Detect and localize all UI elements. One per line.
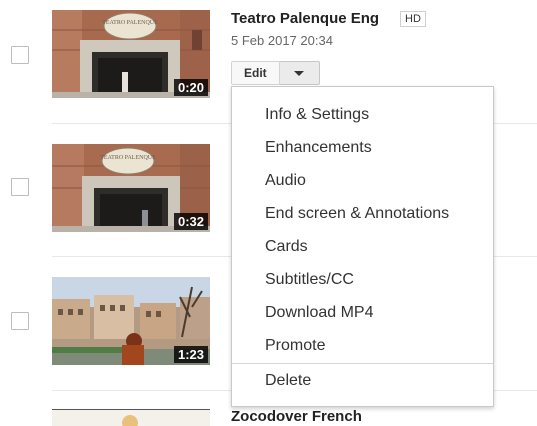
caret-down-icon xyxy=(294,70,305,76)
menu-item-end-screen-annotations[interactable]: End screen & Annotations xyxy=(265,204,449,224)
video-3-checkbox[interactable] xyxy=(11,312,29,330)
video-4-image xyxy=(52,409,210,426)
video-1-date: 5 Feb 2017 20:34 xyxy=(231,33,333,48)
menu-item-delete[interactable]: Delete xyxy=(265,371,311,391)
edit-button-group: Edit xyxy=(231,61,320,85)
video-1-duration: 0:20 xyxy=(173,79,208,96)
menu-item-download-mp4[interactable]: Download MP4 xyxy=(265,303,374,323)
edit-dropdown-toggle[interactable] xyxy=(279,61,320,85)
video-1-checkbox[interactable] xyxy=(11,46,29,64)
video-4-title[interactable]: Zocodover French xyxy=(231,408,362,425)
video-2-duration: 0:32 xyxy=(173,213,208,230)
menu-divider xyxy=(232,363,493,364)
hd-badge: HD xyxy=(400,11,426,27)
video-2-checkbox[interactable] xyxy=(11,178,29,196)
menu-item-subtitles-cc[interactable]: Subtitles/CC xyxy=(265,270,354,290)
menu-item-promote[interactable]: Promote xyxy=(265,336,325,356)
theatre-sign-text: TEATRO PALENQUE xyxy=(100,155,156,161)
video-1-title[interactable]: Teatro Palenque Eng xyxy=(231,10,379,27)
menu-item-cards[interactable]: Cards xyxy=(265,237,308,257)
menu-item-info-settings[interactable]: Info & Settings xyxy=(265,105,369,125)
edit-button[interactable]: Edit xyxy=(231,61,280,85)
video-2-thumbnail[interactable]: TEATRO PALENQUE 0:32 xyxy=(52,144,210,232)
theatre-sign-text: TEATRO PALENQUE xyxy=(102,20,158,26)
video-3-duration: 1:23 xyxy=(173,346,208,363)
video-1-thumbnail[interactable]: TEATRO PALENQUE 0:20 xyxy=(52,10,210,98)
menu-item-enhancements[interactable]: Enhancements xyxy=(265,138,372,158)
menu-item-audio[interactable]: Audio xyxy=(265,171,306,191)
video-3-thumbnail[interactable]: 1:23 xyxy=(52,277,210,365)
video-4-thumbnail[interactable] xyxy=(52,409,210,426)
edit-dropdown-menu: Info & Settings Enhancements Audio End s… xyxy=(231,86,494,407)
